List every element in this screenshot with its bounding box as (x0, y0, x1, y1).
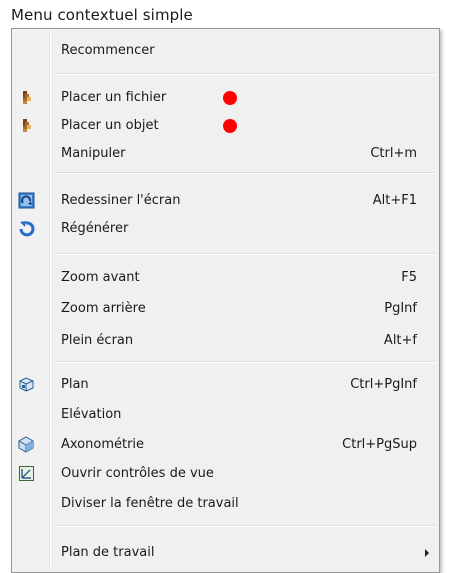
menu-separator (54, 361, 436, 363)
view-controls-icon (18, 465, 35, 482)
axonometric-icon (18, 436, 35, 453)
menu-item-shortcut: F5 (401, 270, 417, 285)
menu-item-shortcut: Alt+f (383, 333, 417, 348)
menu-item-placer-fichier[interactable]: Placer un fichier (14, 85, 437, 110)
menu-item-shortcut: PgInf (384, 301, 417, 316)
menu-item-label: Placer un fichier (61, 90, 167, 105)
menu-item-shortcut: Ctrl+PgSup (342, 437, 417, 452)
menu-item-manipuler[interactable]: Manipuler Ctrl+m (14, 141, 437, 166)
red-marker-dot (223, 119, 237, 133)
regenerate-icon (18, 220, 35, 237)
menu-item-label: Ouvrir contrôles de vue (61, 466, 214, 481)
menu-item-label: Plan de travail (61, 545, 155, 560)
menu-item-label: Zoom arrière (61, 301, 146, 316)
menu-item-plein-ecran[interactable]: Plein écran Alt+f (14, 328, 437, 353)
menu-separator (54, 525, 436, 527)
submenu-arrow-icon (425, 549, 429, 557)
menu-separator (54, 73, 436, 75)
redraw-icon (18, 192, 35, 209)
menu-item-label: Manipuler (61, 146, 126, 161)
menu-item-label: Redessiner l'écran (61, 193, 181, 208)
menu-item-placer-objet[interactable]: Placer un objet (14, 113, 437, 138)
menu-item-diviser[interactable]: Diviser la fenêtre de travail (14, 491, 437, 516)
menu-item-plan-de-travail[interactable]: Plan de travail (14, 540, 437, 565)
menu-item-axonometrie[interactable]: Axonométrie Ctrl+PgSup (14, 432, 437, 457)
red-marker-dot (223, 91, 237, 105)
menu-item-label: Zoom avant (61, 270, 140, 285)
menu-item-regenerer[interactable]: Régénérer (14, 216, 437, 241)
menu-item-zoom-avant[interactable]: Zoom avant F5 (14, 265, 437, 290)
menu-item-label: Plan (61, 377, 89, 392)
menu-item-label: Placer un objet (61, 118, 159, 133)
place-file-icon (18, 89, 35, 106)
menu-item-label: Plein écran (61, 333, 134, 348)
menu-item-zoom-arriere[interactable]: Zoom arrière PgInf (14, 296, 437, 321)
menu-item-label: Diviser la fenêtre de travail (61, 496, 239, 511)
menu-item-redessiner[interactable]: Redessiner l'écran Alt+F1 (14, 188, 437, 213)
place-object-icon (18, 117, 35, 134)
menu-item-plan[interactable]: Plan Ctrl+PgInf (14, 372, 437, 397)
context-menu: Recommencer Placer un fichier Placer un … (11, 28, 440, 573)
menu-item-label: Axonométrie (61, 437, 145, 452)
menu-separator (54, 172, 436, 174)
figure-caption: Menu contextuel simple (11, 6, 193, 24)
menu-item-shortcut: Alt+F1 (372, 193, 417, 208)
menu-item-elevation[interactable]: Elévation (14, 402, 437, 427)
menu-separator (54, 253, 436, 255)
menu-item-label: Recommencer (61, 43, 155, 58)
menu-item-label: Elévation (61, 407, 122, 422)
menu-item-shortcut: Ctrl+PgInf (350, 377, 417, 392)
menu-item-ouvrir-controles[interactable]: Ouvrir contrôles de vue (14, 461, 437, 486)
menu-item-label: Régénérer (61, 221, 129, 236)
plan-view-icon (18, 376, 35, 393)
menu-item-recommencer[interactable]: Recommencer (14, 38, 437, 63)
menu-item-shortcut: Ctrl+m (370, 146, 417, 161)
